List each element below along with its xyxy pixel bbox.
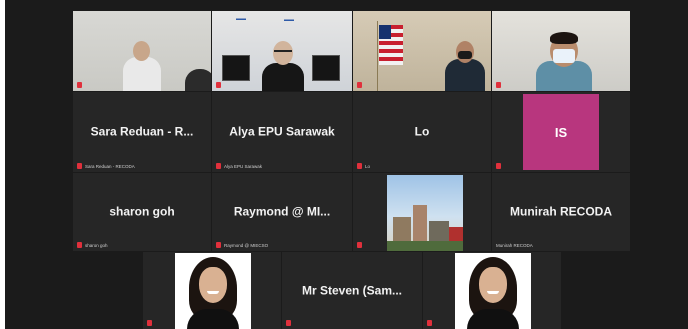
- participant-tile[interactable]: Sara Reduan - R... Sara Reduan - RECODA: [73, 92, 211, 172]
- participant-caption: [77, 82, 85, 88]
- participant-caption: [427, 320, 435, 326]
- participant-name: Munirah RECODA: [510, 204, 612, 219]
- participant-tile[interactable]: IS: [492, 92, 630, 172]
- backdrop-logo: ▬▬: [284, 17, 294, 23]
- participant-caption-text: Sara Reduan - RECODA: [85, 163, 135, 169]
- participant-caption-text: Lo: [365, 163, 371, 169]
- mic-muted-icon: [216, 163, 221, 169]
- face-mask: [458, 51, 472, 59]
- participant-tile[interactable]: sharon goh sharon goh: [73, 173, 211, 251]
- monitor: [312, 55, 340, 81]
- tree: [387, 241, 463, 251]
- flag-pole: [377, 21, 378, 91]
- participant-name: Lo: [414, 124, 430, 139]
- participant-video: [207, 291, 219, 294]
- mic-muted-icon: [147, 320, 152, 326]
- participant-video: [445, 59, 485, 91]
- mic-muted-icon: [496, 163, 501, 169]
- participant-tile[interactable]: Raymond @ MI... Raymond @ MIECSO: [212, 173, 352, 251]
- mic-muted-icon: [427, 320, 432, 326]
- face-mask: [553, 49, 575, 63]
- mic-muted-icon: [77, 163, 82, 169]
- participant-caption-text: Raymond @ MIECSO: [224, 242, 269, 248]
- participant-caption: Lo: [357, 163, 370, 169]
- participant-name: Raymond @ MI...: [233, 204, 331, 219]
- participant-caption-text: Munirah RECODA: [496, 243, 533, 248]
- mic-muted-icon: [216, 82, 221, 88]
- participant-tile-active-speaker[interactable]: ▬▬ ▬▬: [212, 11, 352, 91]
- participant-tile[interactable]: [73, 11, 211, 91]
- mic-muted-icon: [357, 242, 362, 248]
- monitor: [222, 55, 250, 81]
- participant-name: Alya EPU Sarawak: [229, 124, 335, 139]
- participant-name: Sara Reduan - R...: [90, 124, 194, 139]
- participant-caption: [496, 82, 504, 88]
- participant-video: [123, 57, 161, 91]
- participant-caption: Raymond @ MIECSO: [216, 242, 268, 248]
- participant-tile[interactable]: [492, 11, 630, 91]
- participant-video: [455, 253, 531, 329]
- participant-caption: [357, 82, 365, 88]
- participant-tile[interactable]: [353, 11, 491, 91]
- malaysia-flag-canton: [379, 25, 391, 39]
- participant-caption: Sara Reduan - RECODA: [77, 163, 135, 169]
- participant-caption: [216, 82, 224, 88]
- mic-muted-icon: [357, 163, 362, 169]
- participant-video: [262, 63, 304, 91]
- participant-video: [133, 41, 150, 61]
- participant-video: [274, 50, 292, 52]
- participant-tile[interactable]: [353, 173, 491, 251]
- participant-tile[interactable]: Lo Lo: [353, 92, 491, 172]
- participant-tile[interactable]: Mr Steven (Sam...: [282, 252, 422, 329]
- participant-caption: [147, 320, 155, 326]
- mic-muted-icon: [496, 82, 501, 88]
- mic-muted-icon: [77, 242, 82, 248]
- participant-tile[interactable]: [143, 252, 281, 329]
- participant-name: sharon goh: [109, 204, 175, 219]
- participant-tile[interactable]: [423, 252, 561, 329]
- participant-video: [199, 267, 227, 303]
- mic-muted-icon: [77, 82, 82, 88]
- participant-video: [487, 291, 499, 294]
- participant-caption-text: Alya EPU Sarawak: [224, 163, 263, 169]
- mic-muted-icon: [286, 320, 291, 326]
- participant-caption: Alya EPU Sarawak: [216, 163, 262, 169]
- participant-video: [273, 41, 293, 65]
- participant-name: Mr Steven (Sam...: [301, 282, 403, 297]
- initials-avatar: IS: [523, 94, 599, 170]
- participant-video: [185, 69, 211, 91]
- participant-caption: sharon goh: [77, 242, 108, 248]
- participant-video: [175, 253, 251, 329]
- participant-caption: [286, 320, 294, 326]
- participant-tile[interactable]: Alya EPU Sarawak Alya EPU Sarawak: [212, 92, 352, 172]
- participant-caption: [496, 163, 504, 169]
- backdrop-logo: ▬▬: [236, 16, 246, 22]
- participant-tile[interactable]: Munirah RECODA Munirah RECODA: [492, 173, 630, 251]
- participant-video: [550, 32, 578, 44]
- participant-video: [479, 267, 507, 303]
- mic-muted-icon: [216, 242, 221, 248]
- participant-caption: [357, 242, 365, 248]
- mic-muted-icon: [357, 82, 362, 88]
- participant-caption-text: sharon goh: [85, 242, 108, 248]
- meeting-gallery: ▬▬ ▬▬ Sara Reduan - R... Sara Reduan - R…: [5, 0, 688, 329]
- participant-caption: Munirah RECODA: [496, 243, 533, 248]
- participant-video: [387, 175, 463, 251]
